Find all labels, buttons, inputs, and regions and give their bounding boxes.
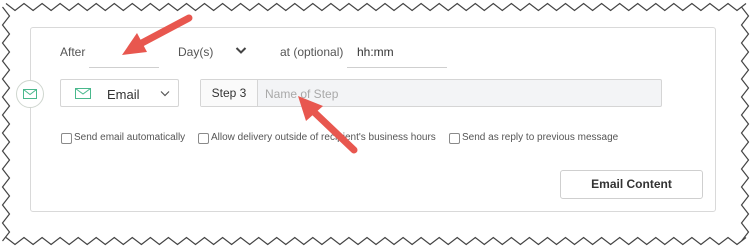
allow-outside-hours-checkbox[interactable] — [198, 133, 209, 144]
send-as-reply-checkbox[interactable] — [449, 133, 460, 144]
unit-select-label[interactable]: Day(s) — [178, 45, 213, 59]
step-number-label: Step 3 — [201, 80, 258, 106]
channel-select-value: Email — [107, 87, 140, 102]
send-automatically-checkbox[interactable] — [61, 133, 72, 144]
time-input[interactable]: hh:mm — [357, 45, 394, 59]
envelope-icon — [75, 88, 91, 99]
step-name-group: Step 3 Name of Step — [200, 79, 662, 107]
send-as-reply-label: Send as reply to previous message — [462, 132, 619, 143]
envelope-icon — [23, 89, 37, 99]
step-type-marker — [16, 80, 44, 108]
time-input-underline — [347, 67, 447, 68]
channel-select[interactable]: Email — [60, 79, 179, 107]
email-content-button[interactable]: Email Content — [560, 170, 703, 199]
step-name-input[interactable]: Name of Step — [265, 87, 338, 101]
allow-outside-hours-label: Allow delivery outside of recipient's bu… — [211, 132, 436, 143]
send-automatically-label: Send email automatically — [74, 132, 186, 143]
chevron-down-icon — [160, 91, 170, 97]
after-label: After — [60, 45, 86, 59]
after-days-input[interactable] — [89, 67, 159, 68]
at-optional-label: at (optional) — [280, 45, 344, 59]
chevron-down-icon[interactable] — [235, 46, 247, 55]
